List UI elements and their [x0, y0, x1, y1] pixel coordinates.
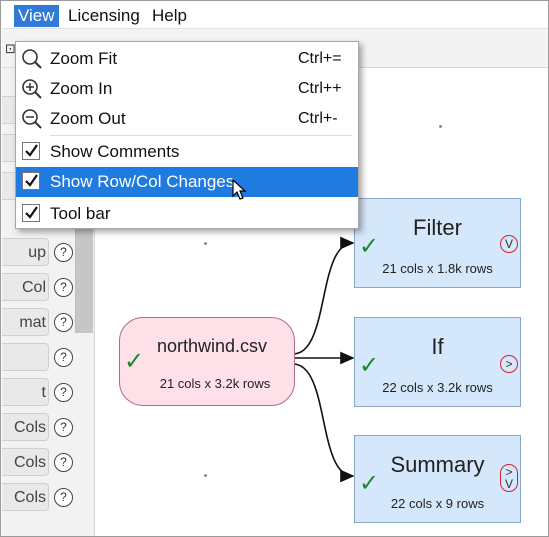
- node-title: Summary: [390, 452, 485, 477]
- help-circle-icon[interactable]: ?: [54, 243, 73, 262]
- palette-item[interactable]: mat: [2, 308, 49, 336]
- node-title: If: [431, 334, 444, 359]
- palette-item[interactable]: up: [2, 238, 49, 266]
- node-info: 21 cols x 3.2k rows: [159, 376, 271, 391]
- palette-item[interactable]: t: [2, 378, 49, 406]
- app-window: View Licensing Help ⊡ ia ec rip up ? Col…: [0, 0, 549, 537]
- menu-item-label: Zoom In: [50, 79, 113, 98]
- zoom-out-icon: [22, 109, 42, 129]
- menu-item-zoom-in[interactable]: Zoom In Ctrl++: [16, 74, 358, 104]
- menu-item-label: Tool bar: [50, 204, 111, 223]
- checkbox-checked-icon: [22, 142, 40, 160]
- summary-node[interactable]: ✓ Summary 22 cols x 9 rows > V: [354, 435, 521, 523]
- menu-item-shortcut: Ctrl+=: [298, 50, 342, 67]
- menu-item-show-comments[interactable]: Show Comments: [16, 137, 358, 167]
- menu-separator: [50, 135, 352, 136]
- menu-bar: View Licensing Help: [2, 2, 548, 29]
- zoom-in-icon: [22, 79, 42, 99]
- node-title: Filter: [413, 215, 462, 240]
- menu-licensing[interactable]: Licensing: [64, 5, 144, 27]
- node-info: 22 cols x 3.2k rows: [382, 380, 493, 395]
- help-circle-icon[interactable]: ?: [54, 278, 73, 297]
- help-circle-icon[interactable]: ?: [54, 383, 73, 402]
- menu-item-zoom-fit[interactable]: Zoom Fit Ctrl+=: [16, 44, 358, 74]
- filter-node[interactable]: ✓ Filter 21 cols x 1.8k rows V: [354, 198, 521, 288]
- palette-item[interactable]: Cols: [2, 448, 49, 476]
- menu-help[interactable]: Help: [148, 5, 191, 27]
- mouse-cursor-icon: [232, 179, 247, 200]
- output-port[interactable]: V: [500, 235, 518, 253]
- menu-item-show-rowcol-changes[interactable]: Show Row/Col Changes: [16, 167, 358, 200]
- output-port[interactable]: >: [500, 355, 518, 373]
- checkbox-checked-icon: [22, 172, 40, 190]
- node-title: northwind.csv: [156, 336, 268, 356]
- palette-item[interactable]: Col: [2, 273, 49, 301]
- menu-item-label: Zoom Fit: [50, 49, 118, 68]
- help-circle-icon[interactable]: ?: [54, 348, 73, 367]
- view-menu-dropdown: Zoom Fit Ctrl+= Zoom In Ctrl++ Zoom Out …: [15, 41, 359, 229]
- output-port[interactable]: > V: [500, 464, 518, 492]
- menu-item-label: Show Row/Col Changes: [50, 172, 235, 191]
- palette-item[interactable]: Cols: [2, 483, 49, 511]
- help-circle-icon[interactable]: ?: [54, 418, 73, 437]
- menu-view[interactable]: View: [14, 5, 59, 27]
- input-node[interactable]: ✓ northwind.csv 21 cols x 3.2k rows: [119, 317, 295, 406]
- palette-item[interactable]: [2, 343, 49, 371]
- menu-item-shortcut: Ctrl+-: [298, 110, 338, 127]
- palette-item[interactable]: Cols: [2, 413, 49, 441]
- node-info: 22 cols x 9 rows: [390, 496, 485, 511]
- menu-item-shortcut: Ctrl++: [298, 80, 342, 97]
- help-circle-icon[interactable]: ?: [54, 453, 73, 472]
- node-info: 21 cols x 1.8k rows: [382, 261, 493, 276]
- menu-item-tool-bar[interactable]: Tool bar: [16, 199, 358, 229]
- menu-item-label: Zoom Out: [50, 109, 126, 128]
- checkbox-checked-icon: [22, 204, 40, 222]
- menu-item-label: Show Comments: [50, 142, 180, 161]
- magnifier-icon: [22, 49, 42, 69]
- menu-item-zoom-out[interactable]: Zoom Out Ctrl+-: [16, 104, 358, 134]
- help-circle-icon[interactable]: ?: [54, 313, 73, 332]
- help-circle-icon[interactable]: ?: [54, 488, 73, 507]
- if-node[interactable]: ✓ If 22 cols x 3.2k rows >: [354, 317, 521, 407]
